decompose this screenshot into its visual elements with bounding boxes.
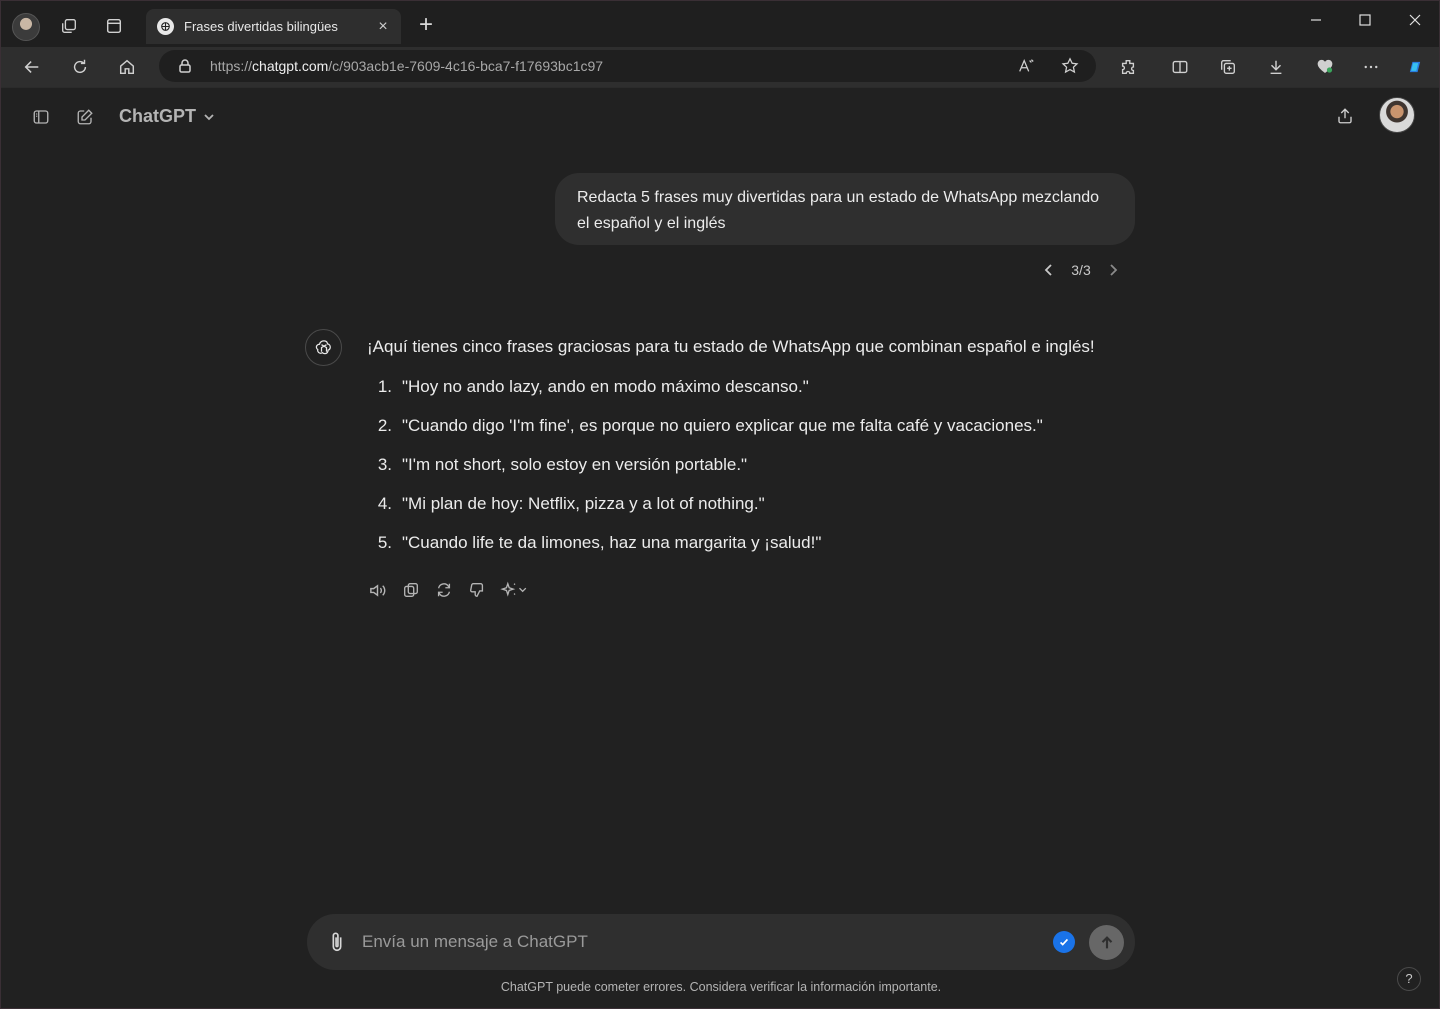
new-tab-button[interactable]: +	[414, 13, 438, 38]
chatgpt-logo-icon	[305, 329, 342, 366]
grammar-check-icon[interactable]	[1053, 931, 1075, 953]
back-icon[interactable]	[21, 56, 43, 78]
list-item: 5. "Cuando life te da limones, haz una ma…	[367, 531, 1043, 570]
list-item: 1. "Hoy no ando lazy, ando en modo máximo…	[367, 375, 1043, 414]
new-chat-icon[interactable]	[73, 105, 97, 129]
url-text[interactable]: https://chatgpt.com/c/903acb1e-7609-4c16…	[210, 58, 603, 74]
list-item-text: "Mi plan de hoy: Netflix, pizza y a lot …	[402, 494, 765, 513]
tab-strip: Frases divertidas bilingües × +	[1, 1, 1439, 47]
list-item: 3. "I'm not short, solo estoy en versión …	[367, 453, 1043, 492]
thumbs-down-icon[interactable]	[466, 579, 487, 601]
sidebar-toggle-icon[interactable]	[29, 105, 53, 129]
chevron-down-icon[interactable]	[201, 109, 217, 125]
chatgpt-favicon-icon	[157, 18, 174, 35]
split-screen-icon[interactable]	[1169, 56, 1191, 78]
list-item-number: 3.	[377, 455, 392, 474]
speaker-icon[interactable]	[367, 579, 388, 601]
browser-profile-avatar[interactable]	[12, 13, 40, 41]
message-composer	[307, 914, 1135, 970]
workspaces-icon[interactable]	[59, 16, 79, 36]
tab-title: Frases divertidas bilingües	[184, 19, 338, 34]
url-prefix: https://	[210, 58, 253, 74]
downloads-icon[interactable]	[1265, 56, 1287, 78]
version-label: 3/3	[1071, 262, 1091, 278]
previous-version-icon[interactable]	[1041, 262, 1057, 278]
reply-action-bar	[367, 579, 531, 601]
extensions-icon[interactable]	[1117, 56, 1139, 78]
collections-icon[interactable]	[1217, 56, 1239, 78]
list-item: 2. "Cuando digo 'I'm fine', es porque no …	[367, 414, 1043, 453]
chatgpt-header: ChatGPT	[1, 88, 1439, 146]
disclaimer-text: ChatGPT puede cometer errores. Considera…	[500, 980, 942, 994]
address-bar[interactable]: https://chatgpt.com/c/903acb1e-7609-4c16…	[159, 50, 1096, 82]
more-options-icon[interactable]	[1359, 56, 1383, 78]
address-toolbar: https://chatgpt.com/c/903acb1e-7609-4c16…	[1, 47, 1439, 87]
favorite-star-icon[interactable]	[1060, 56, 1080, 76]
copilot-icon[interactable]	[1401, 53, 1429, 81]
list-item-number: 2.	[377, 416, 392, 435]
regenerate-icon[interactable]	[433, 579, 454, 601]
minimize-button[interactable]	[1301, 9, 1331, 31]
list-item-text: "Hoy no ando lazy, ando en modo máximo d…	[402, 377, 809, 396]
tab-active[interactable]: Frases divertidas bilingües ×	[146, 9, 401, 44]
attach-icon[interactable]	[327, 931, 347, 953]
help-button[interactable]: ?	[1397, 967, 1421, 991]
browser-window: Frases divertidas bilingües × + https://…	[0, 0, 1440, 1009]
version-pager: 3/3	[1041, 260, 1121, 280]
sparkle-icon[interactable]	[499, 579, 531, 601]
assistant-list: 1. "Hoy no ando lazy, ando en modo máximo…	[367, 375, 1043, 570]
message-input[interactable]	[362, 928, 1042, 956]
browser-essentials-icon[interactable]	[1313, 56, 1337, 78]
share-icon[interactable]	[1333, 104, 1357, 128]
tab-actions-icon[interactable]	[104, 16, 124, 36]
close-window-button[interactable]	[1400, 9, 1430, 31]
next-version-icon[interactable]	[1105, 262, 1121, 278]
list-item-number: 1.	[377, 377, 392, 396]
url-host: chatgpt.com	[252, 58, 329, 74]
assistant-intro-text: ¡Aquí tienes cinco frases graciosas para…	[367, 337, 1095, 356]
send-button[interactable]	[1089, 925, 1124, 960]
refresh-icon[interactable]	[69, 56, 91, 78]
home-icon[interactable]	[116, 56, 138, 78]
user-avatar[interactable]	[1379, 97, 1415, 133]
list-item-number: 4.	[377, 494, 392, 513]
maximize-button[interactable]	[1350, 9, 1380, 31]
user-message-text: Redacta 5 frases muy divertidas para un …	[577, 189, 1100, 232]
list-item-text: "Cuando digo 'I'm fine', es porque no qu…	[402, 416, 1043, 435]
tab-close-icon[interactable]: ×	[375, 18, 391, 35]
list-item: 4. "Mi plan de hoy: Netflix, pizza y a lo…	[367, 492, 1043, 531]
copy-icon[interactable]	[400, 579, 421, 601]
url-path: /c/903acb1e-7609-4c16-bca7-f17693bc1c97	[328, 58, 604, 74]
list-item-text: "I'm not short, solo estoy en versión po…	[402, 455, 748, 474]
model-selector[interactable]: ChatGPT	[119, 106, 196, 127]
lock-icon[interactable]	[177, 58, 193, 74]
list-item-number: 5.	[377, 533, 392, 552]
user-message-bubble: Redacta 5 frases muy divertidas para un …	[555, 173, 1135, 245]
read-aloud-icon[interactable]	[1016, 56, 1036, 76]
list-item-text: "Cuando life te da limones, haz una marg…	[402, 533, 822, 552]
